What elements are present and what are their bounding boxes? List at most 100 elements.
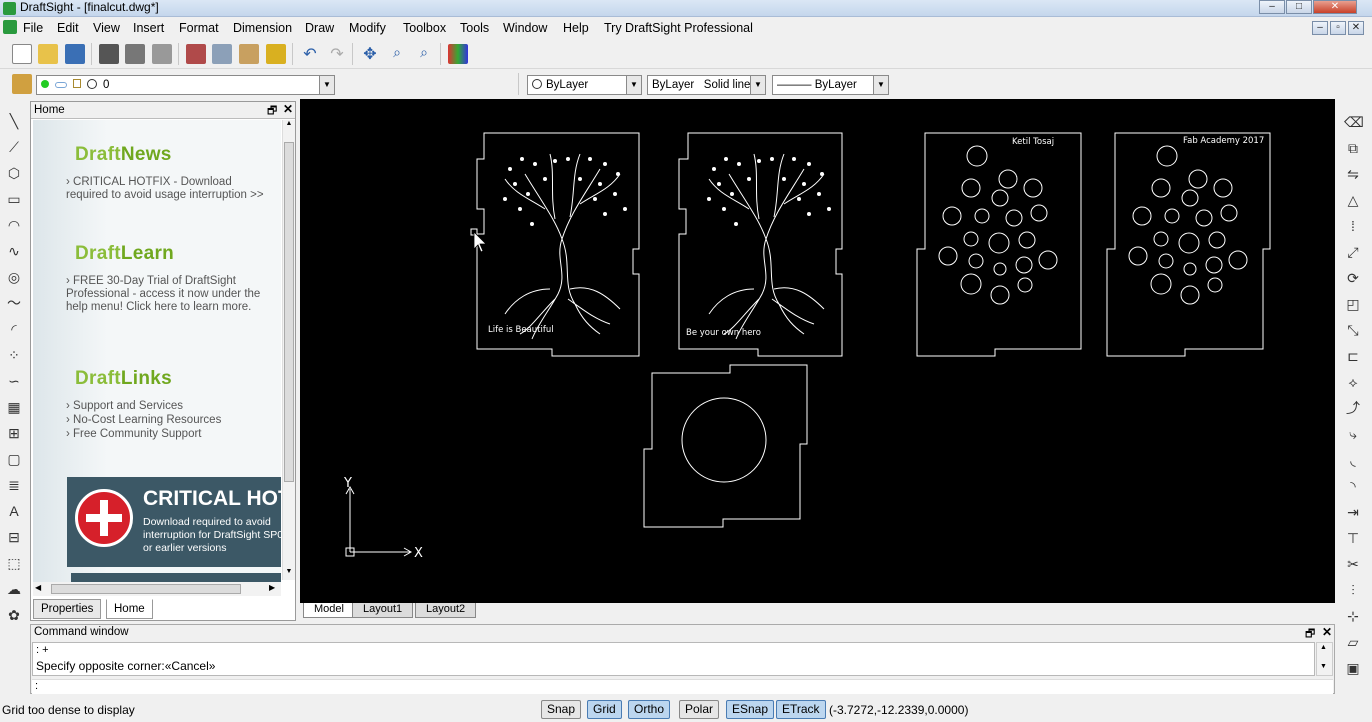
minimize-button[interactable]: – — [1259, 0, 1285, 14]
trim-icon[interactable]: ⟡ — [1344, 373, 1362, 391]
split-icon[interactable]: ✂ — [1344, 555, 1362, 573]
infinite-line-icon[interactable]: ⟋ — [5, 138, 23, 156]
tab-model[interactable]: Model — [303, 603, 355, 618]
learn-link[interactable]: › FREE 30-Day Trial of DraftSight Profes… — [66, 275, 266, 314]
move-icon[interactable]: ⤢ — [1344, 243, 1362, 261]
paste-icon[interactable] — [239, 44, 259, 64]
scroll-up-icon[interactable]: ▲ — [283, 120, 295, 132]
menu-tools[interactable]: Tools — [460, 20, 489, 36]
point-icon[interactable]: ⁘ — [5, 346, 23, 364]
menu-file[interactable]: File — [23, 20, 43, 36]
selection-box-icon[interactable]: ⬚ — [5, 554, 23, 572]
hatch-icon[interactable]: ▦ — [5, 398, 23, 416]
vertical-scrollbar[interactable]: ▲ ▼ — [282, 120, 295, 580]
layer-select[interactable]: 0 ▼ — [36, 75, 335, 95]
hatch-edit-icon[interactable]: ▣ — [1344, 659, 1362, 677]
grid-toggle[interactable]: Grid — [587, 700, 622, 719]
copy-icon[interactable] — [212, 44, 232, 64]
simple-note-icon[interactable]: A — [5, 502, 23, 520]
spline-icon[interactable]: 〜 — [5, 294, 23, 312]
close-panel-icon[interactable]: ✕ — [283, 102, 293, 116]
link-community[interactable]: › Free Community Support — [66, 428, 266, 441]
chevron-down-icon[interactable]: ▼ — [750, 76, 765, 94]
eraser-icon[interactable]: ⌫ — [1344, 113, 1364, 131]
insert-block-icon[interactable]: ⊞ — [5, 424, 23, 442]
esnap-toggle[interactable]: ESnap — [726, 700, 775, 719]
polygon-icon[interactable]: ⬡ — [5, 164, 23, 182]
freehand-icon[interactable]: ∽ — [5, 372, 23, 390]
offset-icon[interactable]: △ — [1344, 191, 1362, 209]
match-properties-icon[interactable] — [266, 44, 286, 64]
scale-icon[interactable]: ◰ — [1344, 295, 1362, 313]
save-icon[interactable] — [65, 44, 85, 64]
menu-draw[interactable]: Draw — [305, 20, 334, 36]
wipeout-icon[interactable]: ✿ — [5, 606, 23, 624]
menu-try-professional[interactable]: Try DraftSight Professional — [604, 20, 753, 36]
scroll-right-icon[interactable]: ▶ — [269, 583, 275, 592]
scroll-down-icon[interactable]: ▼ — [1320, 663, 1327, 670]
extend-icon[interactable]: ⤴ — [1344, 399, 1362, 417]
menu-modify[interactable]: Modify — [349, 20, 386, 36]
tab-layout2[interactable]: Layout2 — [415, 603, 477, 618]
redo-icon[interactable]: ↷ — [327, 44, 347, 64]
close-command-icon[interactable]: ✕ — [1322, 625, 1332, 639]
doc-minimize-button[interactable]: – — [1312, 21, 1328, 35]
snap-toggle[interactable]: Snap — [541, 700, 582, 719]
join-icon[interactable]: ⇥ — [1344, 503, 1362, 521]
ellipse-arc-icon[interactable]: ◜ — [5, 320, 23, 338]
arc-icon[interactable]: ◠ — [5, 216, 23, 234]
tab-properties[interactable]: Properties — [33, 599, 102, 619]
page-setup-icon[interactable] — [152, 44, 172, 64]
color-select[interactable]: ByLayer ▼ — [527, 75, 642, 95]
rotate-icon[interactable]: ⟳ — [1344, 269, 1362, 287]
float-panel-icon[interactable]: 🗗 — [267, 102, 277, 121]
news-link[interactable]: › CRITICAL HOTFIX - Download required to… — [66, 176, 266, 202]
hotfix-banner[interactable]: CRITICAL HOT Download required to avoid … — [67, 477, 281, 567]
layer-manager-icon[interactable] — [448, 44, 468, 64]
menu-toolbox[interactable]: Toolbox — [403, 20, 446, 36]
note-icon[interactable]: ≣ — [5, 476, 23, 494]
align-icon[interactable]: ⫶ — [1344, 581, 1362, 599]
copy-entity-icon[interactable]: ⧉ — [1344, 139, 1362, 157]
menu-format[interactable]: Format — [179, 20, 219, 36]
pan-icon[interactable]: ✥ — [360, 44, 380, 64]
scroll-down-icon[interactable]: ▼ — [283, 568, 295, 580]
tab-home[interactable]: Home — [106, 599, 153, 619]
lineweight-select[interactable]: ——— ByLayer ▼ — [772, 75, 889, 95]
maximize-button[interactable]: □ — [1286, 0, 1312, 14]
open-icon[interactable] — [38, 44, 58, 64]
circle-icon[interactable]: ◎ — [5, 268, 23, 286]
tab-layout1[interactable]: Layout1 — [352, 603, 414, 618]
menu-view[interactable]: View — [93, 20, 120, 36]
rectangle-icon[interactable]: ▭ — [5, 190, 23, 208]
undo-icon[interactable]: ↶ — [300, 44, 320, 64]
doc-close-button[interactable]: ✕ — [1348, 21, 1364, 35]
line-icon[interactable]: ╲ — [5, 112, 23, 130]
link-learning[interactable]: › No-Cost Learning Resources — [66, 414, 266, 427]
scroll-thumb[interactable] — [284, 142, 294, 482]
chamfer-icon[interactable]: ◟ — [1344, 451, 1362, 469]
menu-dimension[interactable]: Dimension — [233, 20, 292, 36]
layer-icon[interactable] — [12, 74, 32, 94]
print-icon[interactable] — [99, 44, 119, 64]
print-preview-icon[interactable] — [125, 44, 145, 64]
zoom-previous-icon[interactable]: ⌕ — [414, 44, 434, 64]
new-icon[interactable] — [12, 44, 32, 64]
cut-icon[interactable] — [186, 44, 206, 64]
hscroll-thumb[interactable] — [51, 584, 241, 594]
command-scrollbar[interactable]: ▲ ▼ — [1316, 642, 1333, 676]
doc-restore-button[interactable]: ▫ — [1330, 21, 1346, 35]
edit-length-icon[interactable]: ⊏ — [1344, 347, 1362, 365]
polar-toggle[interactable]: Polar — [679, 700, 720, 719]
chevron-down-icon[interactable]: ▼ — [319, 76, 334, 94]
scroll-up-icon[interactable]: ▲ — [1320, 644, 1327, 651]
region-icon[interactable]: ▢ — [5, 450, 23, 468]
app-menu-icon[interactable] — [3, 20, 17, 34]
horizontal-scrollbar[interactable]: ◀ ▶ — [33, 582, 281, 596]
link-support[interactable]: › Support and Services — [66, 400, 266, 413]
menu-insert[interactable]: Insert — [133, 20, 164, 36]
drawing-canvas[interactable]: Life is Beautiful Be your own hero Ketil… — [300, 99, 1335, 604]
properties-icon[interactable]: ⊹ — [1344, 607, 1362, 625]
layer-edit-icon[interactable]: ▱ — [1344, 633, 1362, 651]
close-button[interactable]: ✕ — [1313, 0, 1357, 14]
